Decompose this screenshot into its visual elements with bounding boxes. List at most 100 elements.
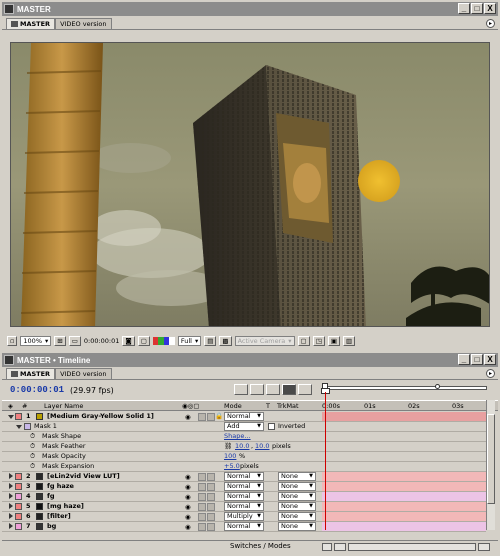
switch-box[interactable] xyxy=(198,413,206,421)
switch-box[interactable] xyxy=(207,493,215,501)
switch-box[interactable] xyxy=(207,513,215,521)
trkmat-dropdown[interactable]: None xyxy=(278,502,316,511)
eye-icon[interactable]: ◉ xyxy=(185,413,192,421)
pixel-aspect-button[interactable]: ◳ xyxy=(312,336,325,346)
transparency-grid-button[interactable]: ▩ xyxy=(219,336,232,346)
work-area-bar[interactable] xyxy=(322,383,490,397)
lock-icon[interactable]: 🔒 xyxy=(215,412,223,421)
camera-icon[interactable]: ◙ xyxy=(122,336,135,346)
property-row[interactable]: ⏱ Mask Expansion +5.0 pixels xyxy=(2,462,486,472)
current-time-display[interactable]: 0:00:00:01 xyxy=(10,385,64,395)
scrollbar-thumb[interactable] xyxy=(487,414,495,504)
minimize-button[interactable]: _ xyxy=(458,354,470,365)
layer-duration-bar[interactable] xyxy=(322,492,486,501)
label-color-swatch[interactable] xyxy=(15,483,22,490)
feather-x-value[interactable]: 10.0 xyxy=(235,442,249,451)
layer-name[interactable]: [filter] xyxy=(47,512,71,521)
chain-link-icon[interactable]: ⛓ xyxy=(224,442,232,451)
trkmat-dropdown[interactable]: None xyxy=(278,492,316,501)
mode-dropdown[interactable]: Normal xyxy=(224,472,264,481)
motion-blur-icon[interactable] xyxy=(282,384,296,395)
comp-marker-icon[interactable] xyxy=(234,384,248,395)
tab-video-version[interactable]: VIDEO version xyxy=(55,368,112,379)
resolution-dropdown[interactable]: Full ▾ xyxy=(177,336,202,346)
property-row[interactable]: ⏱ Mask Feather ⛓ 10.0 , 10.0 pixels xyxy=(2,442,486,452)
maximize-button[interactable]: □ xyxy=(471,3,483,14)
maximize-button[interactable]: □ xyxy=(471,354,483,365)
layer-name[interactable]: fg haze xyxy=(47,482,74,491)
trkmat-dropdown[interactable]: None xyxy=(278,472,316,481)
viewer-timecode[interactable]: 0:00:00:01 xyxy=(84,337,120,345)
graph-editor-icon[interactable] xyxy=(298,384,312,395)
expand-triangle-icon[interactable] xyxy=(9,513,13,519)
layer-duration-bar[interactable] xyxy=(322,502,486,511)
expansion-value[interactable]: +5.0 xyxy=(224,462,240,471)
channel-swatches[interactable] xyxy=(152,337,175,345)
layer-name-header[interactable]: Layer Name xyxy=(44,402,83,410)
mode-dropdown[interactable]: Normal xyxy=(224,502,264,511)
mask-mode-dropdown[interactable]: Add xyxy=(224,422,264,431)
zoom-out-icon[interactable] xyxy=(322,543,332,551)
opacity-value[interactable]: 100 xyxy=(224,452,236,461)
layer-row[interactable]: 6 [filter] ◉ Multiply None xyxy=(2,512,486,522)
safe-margins-button[interactable]: ▫ xyxy=(7,336,18,346)
mask-row[interactable]: Mask 1 Add Inverted xyxy=(2,422,486,432)
layer-row[interactable]: 5 [mg haze] ◉ Normal None xyxy=(2,502,486,512)
zoom-dropdown[interactable]: 100% ▾ xyxy=(20,336,52,346)
snapshot-button[interactable]: ▭ xyxy=(68,336,81,346)
expand-triangle-icon[interactable] xyxy=(9,503,13,509)
camera-dropdown[interactable]: Active Camera ▾ xyxy=(234,336,295,346)
layer-duration-bar[interactable] xyxy=(322,412,486,421)
tab-video-version[interactable]: VIDEO version xyxy=(55,18,112,29)
switches-modes-toggle[interactable]: Switches / Modes xyxy=(230,542,291,550)
composition-viewer[interactable] xyxy=(10,42,490,327)
switch-box[interactable] xyxy=(198,523,206,531)
mode-dropdown[interactable]: Normal xyxy=(224,492,264,501)
mode-header[interactable]: Mode xyxy=(224,402,242,410)
label-color-swatch[interactable] xyxy=(15,413,22,420)
inverted-checkbox[interactable] xyxy=(268,423,275,430)
work-area-end-handle[interactable] xyxy=(435,384,440,389)
label-color-swatch[interactable] xyxy=(15,503,22,510)
fast-preview-button[interactable]: ▣ xyxy=(327,336,340,346)
trkmat-dropdown[interactable]: None xyxy=(278,522,316,531)
shy-layers-icon[interactable] xyxy=(250,384,264,395)
vertical-scrollbar[interactable] xyxy=(486,400,495,530)
property-row[interactable]: ⏱ Mask Opacity 100 % xyxy=(2,452,486,462)
minimize-button[interactable]: _ xyxy=(458,3,470,14)
layer-duration-bar[interactable] xyxy=(322,482,486,491)
label-color-swatch[interactable] xyxy=(15,493,22,500)
trkmat-header[interactable]: TrkMat xyxy=(277,402,299,410)
current-time-indicator[interactable] xyxy=(325,392,326,530)
layer-row[interactable]: 3 fg haze ◉ Normal None xyxy=(2,482,486,492)
switch-box[interactable] xyxy=(207,503,215,511)
stopwatch-icon[interactable]: ⏱ xyxy=(30,462,35,471)
layout-button[interactable]: ▢ xyxy=(297,336,310,346)
mode-dropdown[interactable]: Normal xyxy=(224,522,264,531)
switch-box[interactable] xyxy=(198,513,206,521)
expand-triangle-icon[interactable] xyxy=(9,483,13,489)
switch-box[interactable] xyxy=(207,523,215,531)
tab-master[interactable]: MASTER xyxy=(6,368,56,379)
flowchart-button[interactable]: ▥ xyxy=(343,336,356,346)
stopwatch-icon[interactable]: ⏱ xyxy=(30,452,35,461)
tab-master[interactable]: MASTER xyxy=(6,18,56,29)
eye-icon[interactable]: ◉ xyxy=(185,473,192,481)
feather-y-value[interactable]: 10.0 xyxy=(255,442,269,451)
zoom-track[interactable] xyxy=(348,543,476,551)
layer-name[interactable]: [mg haze] xyxy=(47,502,84,511)
switch-box[interactable] xyxy=(207,413,215,421)
eye-icon[interactable]: ◉ xyxy=(185,503,192,511)
trkmat-dropdown[interactable]: None xyxy=(278,482,316,491)
expand-triangle-icon[interactable] xyxy=(9,473,13,479)
eye-icon[interactable]: ◉ xyxy=(185,523,192,531)
grid-button[interactable]: ⊞ xyxy=(54,336,66,346)
mode-dropdown[interactable]: Multiply xyxy=(224,512,264,521)
label-color-swatch[interactable] xyxy=(15,473,22,480)
stopwatch-icon[interactable]: ⏱ xyxy=(30,432,35,441)
expand-triangle-icon[interactable] xyxy=(16,425,22,429)
label-color-swatch[interactable] xyxy=(15,523,22,530)
layer-row[interactable]: 7 bg ◉ Normal None xyxy=(2,522,486,532)
layer-duration-bar[interactable] xyxy=(322,512,486,521)
eye-icon[interactable]: ◉ xyxy=(185,493,192,501)
